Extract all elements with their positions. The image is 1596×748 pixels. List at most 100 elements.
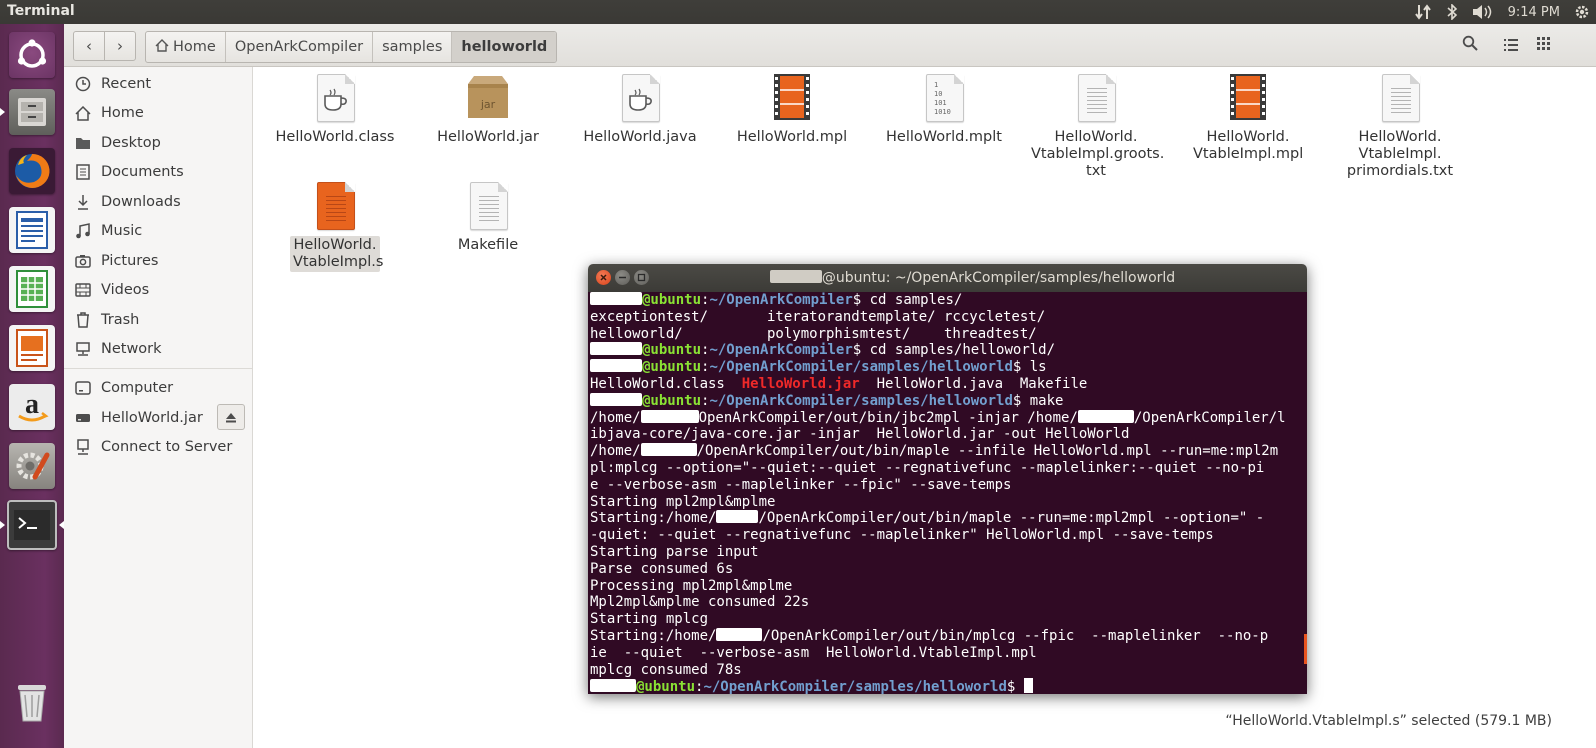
terminal-line: Starting:/home/ /OpenArkCompiler/out/bin/… bbox=[588, 627, 1307, 645]
file-item[interactable]: jar HelloWorld.jar bbox=[413, 74, 563, 147]
sidebar-item-network[interactable]: Network bbox=[74, 336, 246, 362]
volume-icon[interactable] bbox=[1472, 4, 1494, 20]
chevron-right-icon: › bbox=[117, 37, 123, 55]
terminal-text: $ bbox=[1006, 679, 1024, 694]
firefox-icon bbox=[9, 148, 55, 194]
terminal-text: @ubuntu bbox=[642, 292, 702, 308]
file-item[interactable]: 1 10 101 1010 HelloWorld.mplt bbox=[869, 74, 1019, 147]
file-item[interactable]: HelloWorld. VtableImpl.groots. txt bbox=[1021, 74, 1171, 181]
list-view-button[interactable] bbox=[1495, 31, 1527, 59]
launcher-impress[interactable] bbox=[7, 323, 57, 373]
clock-icon bbox=[74, 75, 92, 93]
close-button[interactable] bbox=[596, 270, 611, 285]
download-icon bbox=[74, 193, 92, 211]
bluetooth-icon[interactable] bbox=[1446, 4, 1458, 20]
terminal-title: @ubuntu: ~/OpenArkCompiler/samples/hello… bbox=[648, 270, 1297, 286]
terminal-line: @ubuntu:~/OpenArkCompiler/samples/hellow… bbox=[588, 359, 1307, 376]
terminal-text: helloworld/ polymorphismtest/ threadtest… bbox=[590, 325, 1037, 342]
gear-icon[interactable] bbox=[1574, 4, 1590, 20]
launcher-trash[interactable] bbox=[7, 676, 57, 726]
sidebar-item-computer[interactable]: Computer bbox=[74, 375, 246, 401]
launcher-amazon[interactable]: a bbox=[7, 382, 57, 432]
file-item[interactable]: HelloWorld. VtableImpl. primordials.txt bbox=[1325, 74, 1475, 181]
svg-text:1: 1 bbox=[934, 81, 938, 89]
file-item[interactable]: HelloWorld.mpl bbox=[717, 74, 867, 147]
terminal-line: @ubuntu:~/OpenArkCompiler/samples/hellow… bbox=[588, 678, 1307, 694]
terminal-scroll-indicator[interactable] bbox=[1304, 634, 1307, 664]
indicator-area: 9:14 PM bbox=[1414, 0, 1590, 24]
launcher-settings[interactable] bbox=[7, 441, 57, 491]
file-name: HelloWorld.jar bbox=[437, 129, 539, 145]
terminal-text: $ cd samples/ bbox=[852, 292, 963, 308]
sidebar-item-documents[interactable]: Documents bbox=[74, 159, 246, 185]
search-button[interactable] bbox=[1454, 31, 1486, 59]
terminal-line: Mpl2mpl&mplme consumed 22s bbox=[588, 594, 1307, 611]
binary-file-icon: 1 10 101 1010 bbox=[922, 74, 966, 124]
terminal-line: @ubuntu:~/OpenArkCompiler/samples/hellow… bbox=[588, 392, 1307, 410]
drive-icon bbox=[74, 409, 92, 427]
network-arrows-icon[interactable] bbox=[1414, 4, 1432, 20]
maximize-button[interactable] bbox=[634, 270, 649, 285]
sidebar-item-downloads[interactable]: Downloads bbox=[74, 189, 246, 215]
terminal-line: @ubuntu:~/OpenArkCompiler$ cd samples/he… bbox=[588, 342, 1307, 359]
sidebar-item-trash[interactable]: Trash bbox=[74, 307, 246, 333]
terminal-text: OpenArkCompiler/out/bin/jbc2mpl -injar /… bbox=[698, 409, 1078, 426]
sidebar-item-home[interactable]: Home bbox=[74, 100, 246, 126]
back-button[interactable]: ‹ bbox=[73, 31, 105, 61]
sidebar-item-music[interactable]: Music bbox=[74, 218, 246, 244]
file-item[interactable]: Makefile bbox=[413, 182, 563, 255]
terminal-line: -quiet: --quiet --regnativefunc --maplel… bbox=[588, 527, 1307, 544]
breadcrumb-samples[interactable]: samples bbox=[373, 32, 453, 62]
file-item-selected[interactable]: HelloWorld. VtableImpl.s bbox=[260, 182, 410, 272]
dash-button[interactable] bbox=[7, 30, 57, 80]
forward-button[interactable]: › bbox=[104, 31, 136, 61]
file-item[interactable]: HelloWorld. VtableImpl.mpl bbox=[1173, 74, 1323, 164]
file-name: HelloWorld.java bbox=[583, 129, 697, 145]
terminal-text: /OpenArkCompiler/l bbox=[1133, 409, 1286, 426]
network-icon bbox=[74, 340, 92, 358]
terminal-text: /OpenArkCompiler/out/bin/mplcg --fpic --… bbox=[762, 627, 1269, 644]
terminal-line: Starting:/home/ /OpenArkCompiler/out/bin/… bbox=[588, 510, 1307, 527]
terminal-text: Starting parse input bbox=[590, 543, 759, 560]
redaction-block bbox=[590, 292, 642, 305]
terminal-text: @ubuntu bbox=[642, 392, 702, 409]
redaction-block bbox=[716, 627, 763, 641]
file-item[interactable]: HelloWorld.java bbox=[565, 74, 715, 147]
terminal-titlebar[interactable]: @ubuntu: ~/OpenArkCompiler/samples/hello… bbox=[588, 264, 1307, 292]
file-item[interactable]: HelloWorld.class bbox=[260, 74, 410, 147]
terminal-text: Starting mplcg bbox=[590, 611, 709, 628]
redaction-block bbox=[769, 270, 822, 283]
minimize-icon bbox=[619, 276, 626, 279]
eject-icon bbox=[225, 408, 237, 427]
terminal-line: exceptiontest/ iteratorandtemplate/ rccy… bbox=[588, 309, 1307, 326]
sidebar-item-videos[interactable]: Videos bbox=[74, 277, 246, 303]
launcher-firefox[interactable] bbox=[7, 146, 57, 196]
terminal-text: Parse consumed 6s bbox=[590, 560, 734, 577]
file-name: HelloWorld. VtableImpl. primordials.txt bbox=[1346, 129, 1454, 179]
folder-icon bbox=[74, 134, 92, 152]
file-name: HelloWorld.mpl bbox=[736, 129, 848, 145]
terminal-text: ~/OpenArkCompiler bbox=[709, 342, 853, 359]
clock[interactable]: 9:14 PM bbox=[1508, 5, 1560, 20]
terminal-text: /OpenArkCompiler/out/bin/maple --run=me:… bbox=[758, 510, 1265, 527]
text-file-icon bbox=[1378, 74, 1422, 124]
terminal-line: /home/OpenArkCompiler/out/bin/jbc2mpl -i… bbox=[588, 409, 1307, 427]
sidebar-item-recent[interactable]: Recent bbox=[74, 71, 246, 97]
close-icon bbox=[600, 274, 607, 281]
grid-view-button[interactable] bbox=[1528, 31, 1560, 59]
launcher-writer[interactable] bbox=[7, 205, 57, 255]
breadcrumb-openarkcompiler[interactable]: OpenArkCompiler bbox=[226, 32, 374, 62]
terminal-output[interactable]: @ubuntu:~/OpenArkCompiler$ cd samples/ex… bbox=[588, 292, 1307, 694]
breadcrumb-home[interactable]: Home bbox=[146, 32, 226, 62]
launcher-calc[interactable] bbox=[7, 264, 57, 314]
assembly-file-icon bbox=[313, 182, 357, 232]
launcher-files[interactable] bbox=[0, 87, 57, 137]
eject-button[interactable] bbox=[217, 404, 245, 430]
sidebar-item-pictures[interactable]: Pictures bbox=[74, 248, 246, 274]
terminal-line: e --verbose-asm --maplelinker --fpic" --… bbox=[588, 477, 1307, 494]
sidebar-item-desktop[interactable]: Desktop bbox=[74, 130, 246, 156]
sidebar-item-connect-to-server[interactable]: Connect to Server bbox=[74, 434, 246, 460]
minimize-button[interactable] bbox=[615, 270, 630, 285]
breadcrumb-helloworld[interactable]: helloworld bbox=[452, 32, 557, 62]
launcher-terminal[interactable] bbox=[0, 500, 64, 550]
